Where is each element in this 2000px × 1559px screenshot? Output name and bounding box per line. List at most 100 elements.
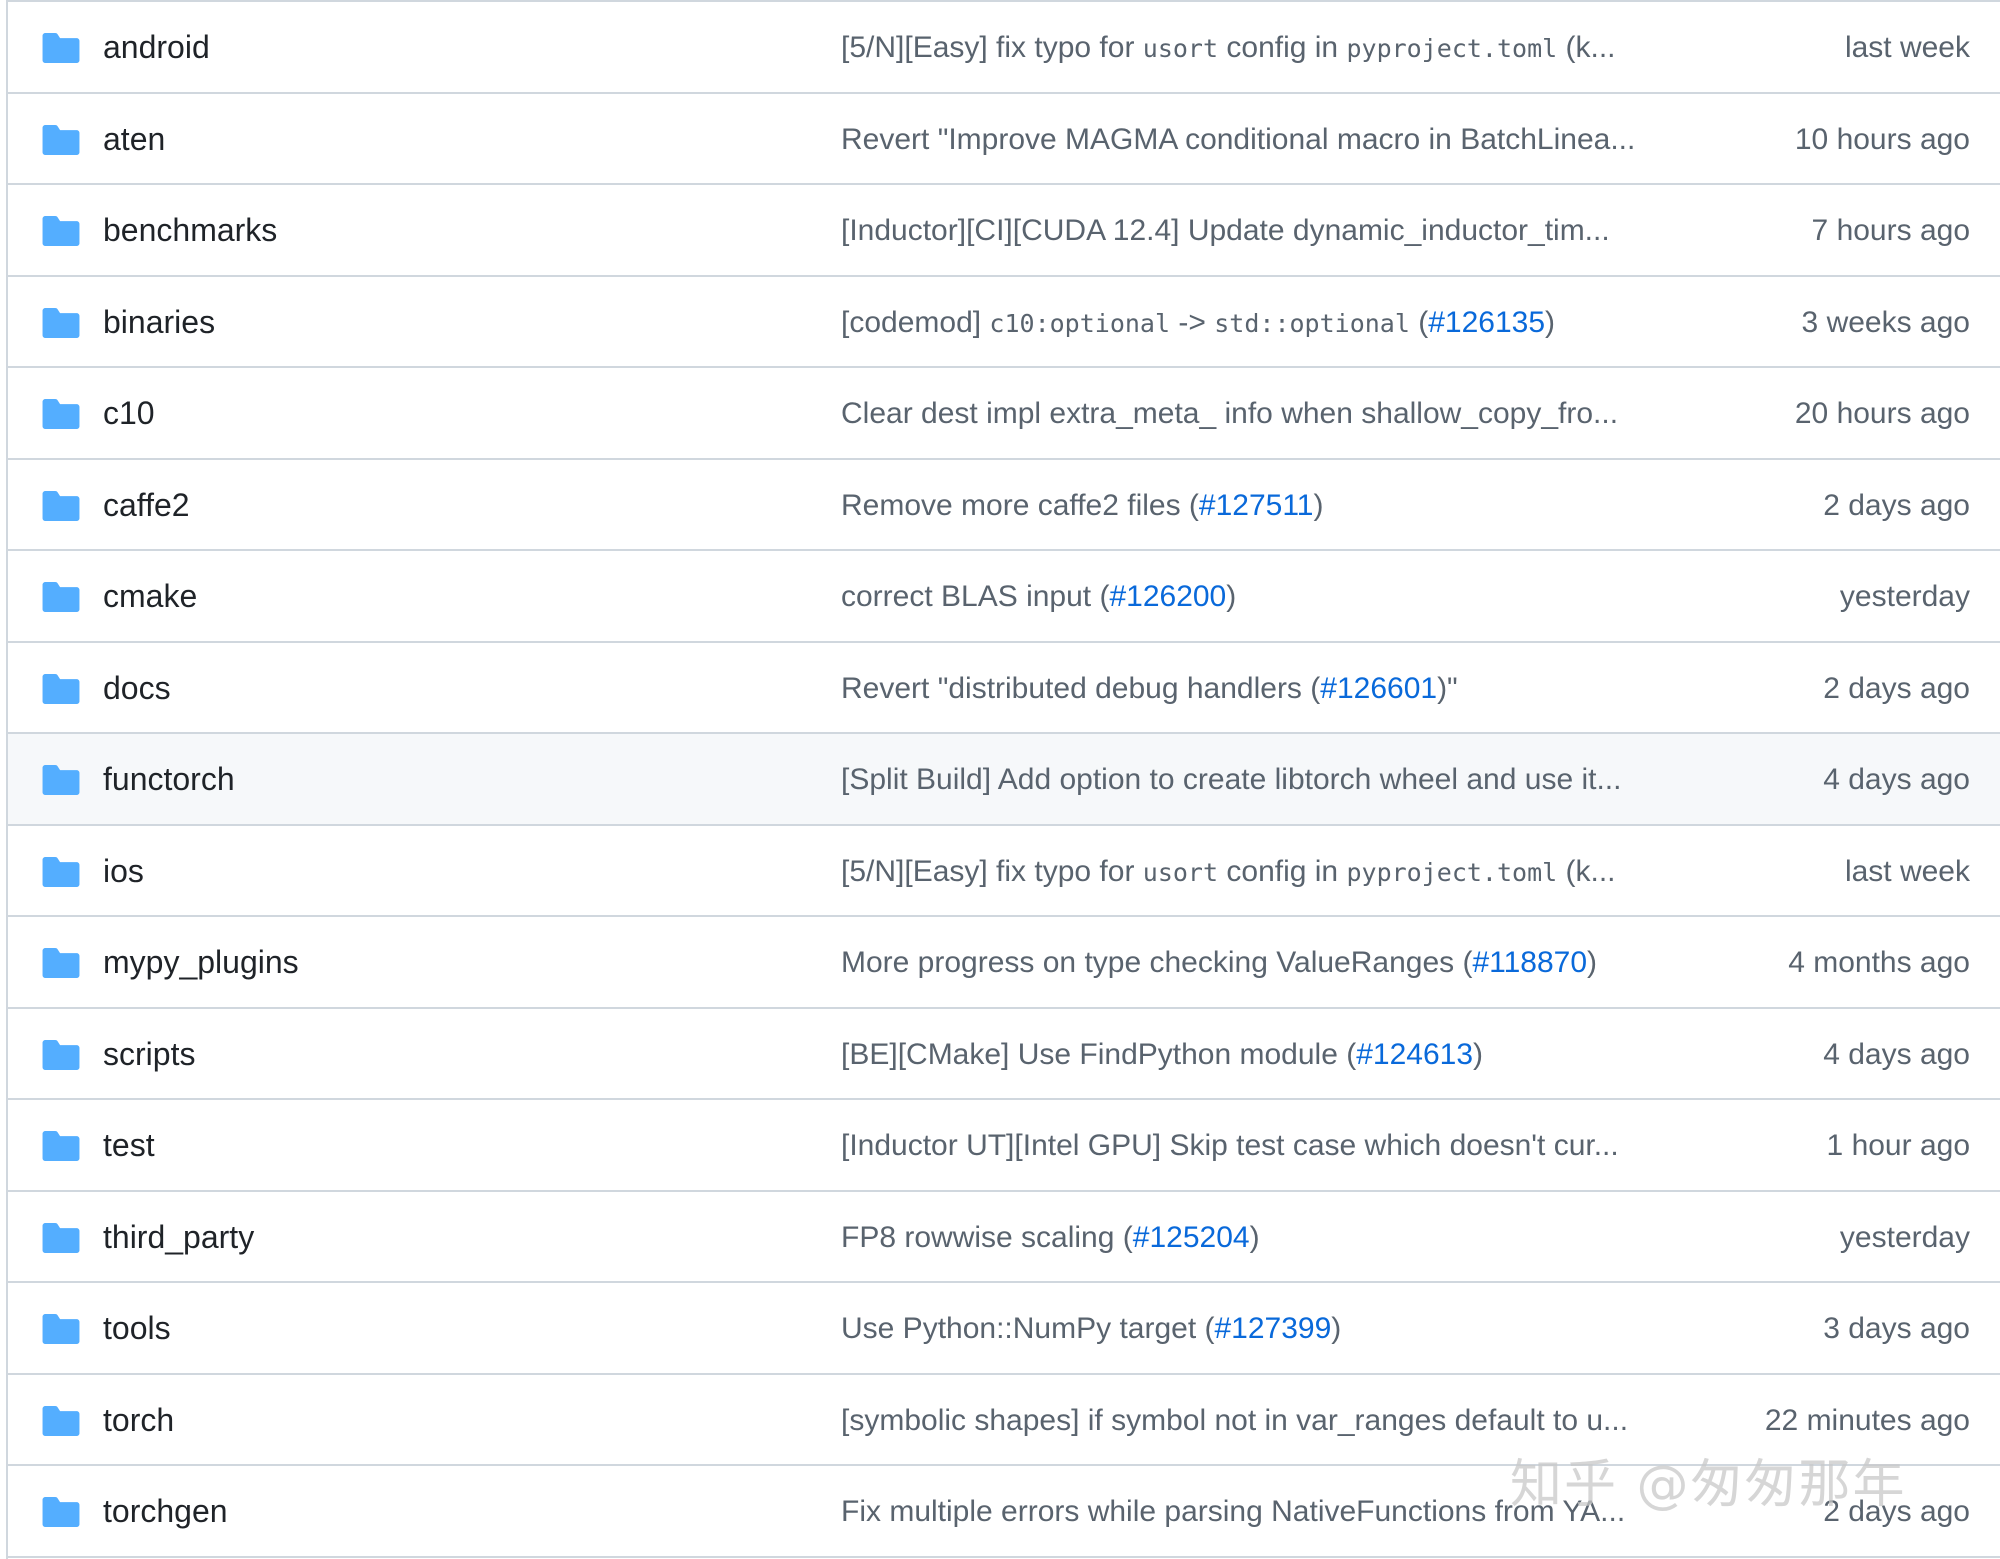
file-row[interactable]: third_party FP8 rowwise scaling (#125204)… — [8, 1191, 2000, 1284]
commit-message-text[interactable]: [Inductor][CI][CUDA 12.4] Update dynamic… — [841, 214, 1610, 247]
commit-age: last week — [1844, 854, 1970, 888]
commit-message[interactable]: Remove more caffe2 files (#127511) — [841, 460, 1701, 552]
commit-message-text[interactable]: [codemod] — [841, 306, 989, 339]
folder-name-link[interactable]: cmake — [103, 551, 197, 643]
pull-request-link[interactable]: #127511 — [1199, 489, 1314, 522]
folder-name-link[interactable]: ios — [103, 826, 144, 918]
commit-message-code[interactable]: pyproject.toml — [1346, 858, 1557, 887]
file-row[interactable]: android [5/N][Easy] fix typo for usort co… — [8, 2, 2000, 94]
file-row[interactable]: docs Revert "distributed debug handlers (… — [8, 642, 2000, 735]
pull-request-link[interactable]: #126200 — [1109, 580, 1226, 613]
commit-message-text[interactable]: Remove more caffe2 files ( — [841, 489, 1199, 522]
file-row[interactable]: caffe2 Remove more caffe2 files (#127511)… — [8, 459, 2000, 552]
folder-name-link[interactable]: scripts — [103, 1009, 195, 1101]
folder-name-link[interactable]: docs — [103, 643, 171, 735]
file-row[interactable]: tools Use Python::NumPy target (#127399) 3… — [8, 1283, 2000, 1375]
commit-message-text[interactable]: config in — [1218, 855, 1346, 888]
commit-message[interactable]: Revert "distributed debug handlers (#126… — [841, 643, 1701, 735]
commit-message-code[interactable]: usort — [1143, 34, 1218, 63]
commit-message[interactable]: Clear dest impl extra_meta_ info when sh… — [841, 368, 1701, 460]
file-row[interactable]: torch [symbolic shapes] if symbol not in … — [8, 1374, 2000, 1467]
commit-message-text[interactable]: (k... — [1557, 855, 1616, 888]
file-row[interactable]: aten Revert "Improve MAGMA conditional ma… — [8, 93, 2000, 186]
folder-name-link[interactable]: functorch — [103, 734, 235, 826]
file-row[interactable]: binaries [codemod] c10:optional -> std::o… — [8, 276, 2000, 369]
commit-message[interactable]: [Inductor][CI][CUDA 12.4] Update dynamic… — [841, 185, 1701, 277]
commit-message-code[interactable]: std::optional — [1214, 309, 1410, 338]
commit-message[interactable]: Fix multiple errors while parsing Native… — [841, 1466, 1701, 1558]
commit-message[interactable]: FP8 rowwise scaling (#125204) — [841, 1192, 1701, 1284]
pull-request-link[interactable]: #118870 — [1472, 946, 1587, 979]
commit-message-code[interactable]: usort — [1143, 858, 1218, 887]
folder-name-link[interactable]: tools — [103, 1283, 171, 1375]
folder-icon — [42, 1131, 80, 1161]
commit-message[interactable]: Revert "Improve MAGMA conditional macro … — [841, 94, 1701, 186]
file-row[interactable]: torchgen Fix multiple errors while parsin… — [8, 1466, 2000, 1558]
commit-message-text[interactable]: config in — [1218, 31, 1346, 64]
commit-message[interactable]: [codemod] c10:optional -> std::optional … — [841, 277, 1701, 369]
commit-message[interactable]: Use Python::NumPy target (#127399) — [841, 1283, 1701, 1375]
folder-name-link[interactable]: c10 — [103, 368, 155, 460]
commit-message[interactable]: [symbolic shapes] if symbol not in var_r… — [841, 1375, 1701, 1467]
file-row[interactable]: cmake correct BLAS input (#126200) yesterd… — [8, 551, 2000, 643]
commit-message-text[interactable]: More progress on type checking ValueRang… — [841, 946, 1472, 979]
commit-message[interactable]: [BE][CMake] Use FindPython module (#1246… — [841, 1009, 1701, 1101]
commit-message-code[interactable]: c10:optional — [989, 309, 1170, 338]
commit-message[interactable]: [5/N][Easy] fix typo for usort config in… — [841, 826, 1701, 918]
commit-message-code[interactable]: pyproject.toml — [1346, 34, 1557, 63]
commit-message[interactable]: [5/N][Easy] fix typo for usort config in… — [841, 2, 1701, 94]
commit-message-text[interactable]: Clear dest impl extra_meta_ info when sh… — [841, 397, 1618, 430]
folder-name-link[interactable]: test — [103, 1100, 155, 1192]
file-row[interactable]: c10 Clear dest impl extra_meta_ info when… — [8, 368, 2000, 460]
commit-message-text[interactable]: correct BLAS input ( — [841, 580, 1109, 613]
commit-age: 4 months ago — [1788, 946, 1970, 979]
file-row[interactable]: functorch [Split Build] Add option to cre… — [8, 734, 2000, 826]
file-row[interactable]: test [Inductor UT][Intel GPU] Skip test c… — [8, 1100, 2000, 1192]
commit-message-text[interactable]: ) — [1473, 1038, 1483, 1071]
commit-message-text[interactable]: [BE][CMake] Use FindPython module ( — [841, 1038, 1356, 1071]
commit-message-text[interactable]: [Inductor UT][Intel GPU] Skip test case … — [841, 1129, 1619, 1162]
pull-request-link[interactable]: #127399 — [1214, 1312, 1331, 1345]
commit-message-text[interactable]: ) — [1587, 946, 1597, 979]
folder-name-link[interactable]: caffe2 — [103, 460, 190, 552]
commit-message-text[interactable]: [Split Build] Add option to create libto… — [841, 763, 1621, 796]
commit-message-text[interactable]: ) — [1331, 1312, 1341, 1345]
commit-message[interactable]: correct BLAS input (#126200) — [841, 551, 1701, 643]
commit-message[interactable]: [Split Build] Add option to create libto… — [841, 734, 1701, 826]
folder-name-link[interactable]: torch — [103, 1375, 174, 1467]
folder-name-link[interactable]: mypy_plugins — [103, 917, 299, 1009]
folder-name-link[interactable]: benchmarks — [103, 185, 277, 277]
commit-message-text[interactable]: [5/N][Easy] fix typo for — [841, 855, 1143, 888]
file-row[interactable]: scripts [BE][CMake] Use FindPython module… — [8, 1008, 2000, 1101]
file-row[interactable]: benchmarks [Inductor][CI][CUDA 12.4] Upda… — [8, 185, 2000, 277]
commit-message-text[interactable]: ) — [1314, 489, 1324, 522]
file-row[interactable]: ios [5/N][Easy] fix typo for usort config… — [8, 825, 2000, 918]
folder-name-link[interactable]: android — [103, 2, 210, 94]
commit-message-text[interactable]: FP8 rowwise scaling ( — [841, 1221, 1133, 1254]
pull-request-link[interactable]: #124613 — [1356, 1038, 1473, 1071]
commit-message-text[interactable]: (k... — [1557, 31, 1616, 64]
commit-message[interactable]: More progress on type checking ValueRang… — [841, 917, 1701, 1009]
commit-message-text[interactable]: ) — [1545, 306, 1555, 339]
commit-message-text[interactable]: Revert "Improve MAGMA conditional macro … — [841, 123, 1635, 156]
commit-message-text[interactable]: [symbolic shapes] if symbol not in var_r… — [841, 1404, 1628, 1437]
commit-message-text[interactable]: -> — [1170, 306, 1214, 339]
folder-name-link[interactable]: third_party — [103, 1192, 254, 1284]
pull-request-link[interactable]: #126135 — [1428, 306, 1545, 339]
commit-message-text[interactable]: ) — [1226, 580, 1236, 613]
commit-message-text[interactable]: [5/N][Easy] fix typo for — [841, 31, 1143, 64]
commit-message-text[interactable]: Fix multiple errors while parsing Native… — [841, 1495, 1625, 1528]
folder-name-link[interactable]: aten — [103, 94, 165, 186]
commit-message-text[interactable]: )" — [1437, 672, 1458, 705]
folder-name-link[interactable]: torchgen — [103, 1466, 228, 1558]
commit-message[interactable]: [Inductor UT][Intel GPU] Skip test case … — [841, 1100, 1701, 1192]
commit-message-text[interactable]: ) — [1250, 1221, 1260, 1254]
file-row[interactable]: mypy_plugins More progress on type checki… — [8, 917, 2000, 1009]
commit-message-text[interactable]: Revert "distributed debug handlers ( — [841, 672, 1320, 705]
pull-request-link[interactable]: #125204 — [1133, 1221, 1250, 1254]
pull-request-link[interactable]: #126601 — [1320, 672, 1437, 705]
folder-name-link[interactable]: binaries — [103, 277, 215, 369]
commit-message-text[interactable]: Use Python::NumPy target ( — [841, 1312, 1214, 1345]
commit-message-text[interactable]: ( — [1410, 306, 1428, 339]
folder-icon — [42, 1039, 80, 1070]
